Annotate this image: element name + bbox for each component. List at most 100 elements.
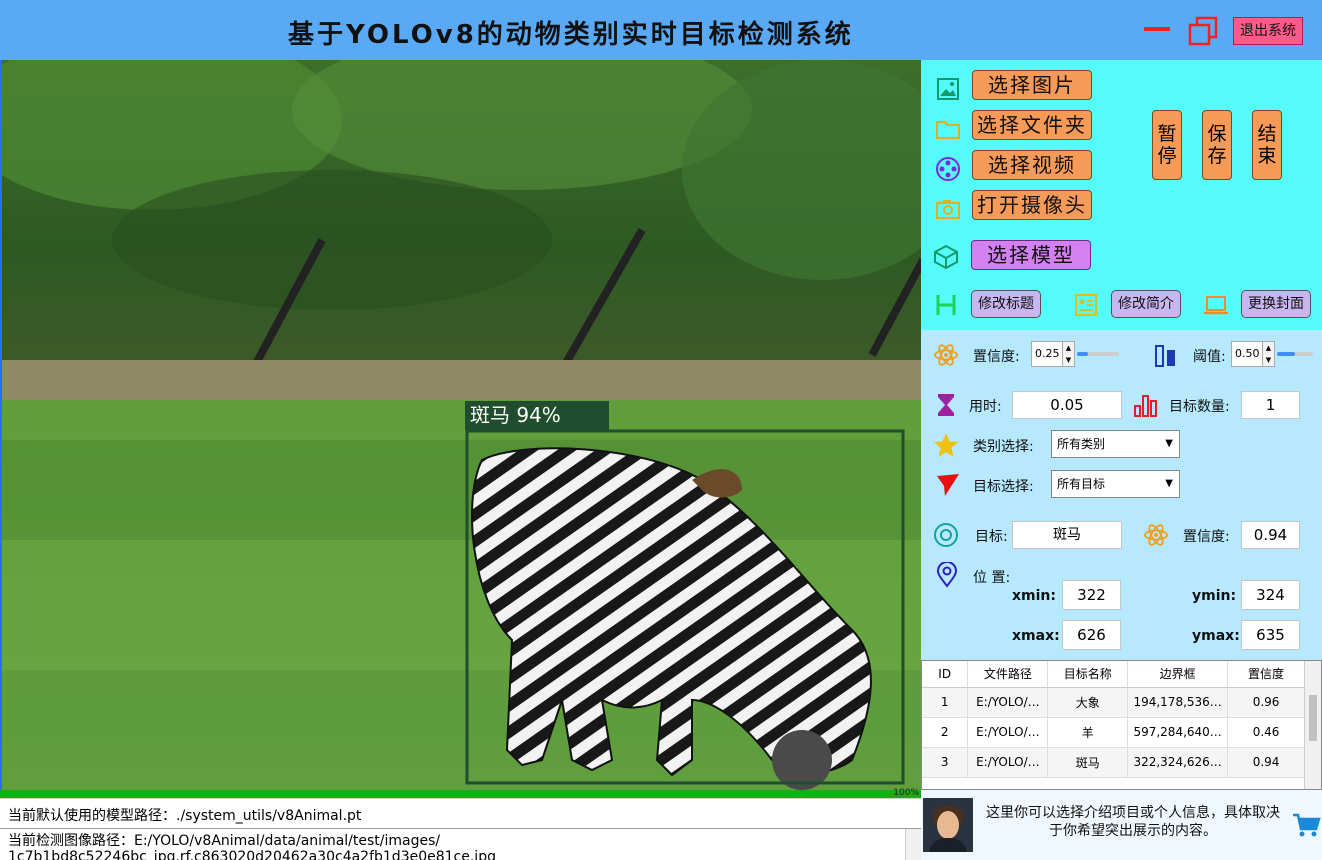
camera-icon xyxy=(936,200,960,219)
table-row[interactable]: 1 E:/YOLO/… 大象 194,178,536… 0.96 xyxy=(922,687,1305,718)
xmin-label: xmin: xyxy=(1012,588,1056,604)
confidence-label: 置信度: xyxy=(973,349,1020,365)
target-select-label: 目标选择: xyxy=(973,479,1034,495)
video-reel-icon xyxy=(936,157,960,181)
xmax-label: xmax: xyxy=(1012,628,1060,644)
detection-label: 斑马 94% xyxy=(470,403,561,427)
table-cell: 194,178,536… xyxy=(1127,687,1229,718)
atom-icon xyxy=(1144,524,1168,546)
table-header[interactable]: 边界框 xyxy=(1127,661,1229,688)
table-cell: 2 xyxy=(922,717,969,748)
progress-text: 100% xyxy=(893,788,919,798)
table-cell: 0.46 xyxy=(1227,717,1305,748)
select-image-button[interactable]: 选择图片 xyxy=(972,70,1092,100)
iou-label: 阈值: xyxy=(1193,349,1226,365)
class-select-dropdown[interactable]: 所有类别 ▼ xyxy=(1051,430,1180,458)
control-panel: 选择图片 选择文件夹 选择视频 打开摄像头 选择模型 暂停 保存 结束 修改标题… xyxy=(921,60,1322,330)
iou-slider[interactable] xyxy=(1277,352,1313,356)
restore-icon[interactable] xyxy=(1188,16,1218,46)
laptop-icon xyxy=(1204,296,1228,315)
cursor-arrow-icon xyxy=(937,474,959,496)
edit-intro-button[interactable]: 修改简介 xyxy=(1111,290,1181,318)
table-header[interactable]: 目标名称 xyxy=(1047,661,1129,688)
table-cell: 597,284,640… xyxy=(1127,717,1229,748)
table-header[interactable]: 文件路径 xyxy=(967,661,1049,688)
table-scrollbar-thumb[interactable] xyxy=(1309,695,1317,741)
minimize-icon[interactable] xyxy=(1144,27,1170,31)
progress-bar: 100% xyxy=(0,788,921,798)
table-header[interactable]: 置信度 xyxy=(1227,661,1305,688)
table-scrollbar[interactable] xyxy=(1304,661,1321,789)
detection-image: 斑马 94% xyxy=(2,60,921,790)
ymin-value: 324 xyxy=(1241,580,1300,610)
ymax-value: 635 xyxy=(1241,620,1300,650)
confidence-spinbox[interactable]: 0.25 ▲ ▼ xyxy=(1031,341,1075,367)
table-cell: 羊 xyxy=(1047,717,1129,748)
intro-panel: 这里你可以选择介绍项目或个人信息，具体取决于你希望突出展示的内容。 xyxy=(921,790,1322,860)
select-video-button[interactable]: 选择视频 xyxy=(972,150,1092,180)
table-header-row: ID 文件路径 目标名称 边界框 置信度 xyxy=(922,661,1305,688)
ymax-label: ymax: xyxy=(1192,628,1240,644)
result-conf-label: 置信度: xyxy=(1183,529,1230,545)
save-button[interactable]: 保存 xyxy=(1202,110,1232,180)
chevron-down-icon: ▼ xyxy=(1165,478,1173,489)
profile-card-icon xyxy=(1075,294,1097,316)
count-value: 1 xyxy=(1241,391,1300,419)
time-label: 用时: xyxy=(969,399,1002,415)
pause-button[interactable]: 暂停 xyxy=(1152,110,1182,180)
table-cell: E:/YOLO/… xyxy=(967,747,1049,778)
count-label: 目标数量: xyxy=(1169,399,1230,415)
iou-slider-fill xyxy=(1277,352,1295,356)
edit-title-button[interactable]: 修改标题 xyxy=(971,290,1041,318)
confidence-slider[interactable] xyxy=(1077,352,1119,356)
iou-spinbox[interactable]: 0.50 ▲ ▼ xyxy=(1231,341,1275,367)
table-cell: 大象 xyxy=(1047,687,1129,718)
table-cell: 0.94 xyxy=(1227,747,1305,778)
iou-value: 0.50 xyxy=(1235,347,1260,360)
table-row[interactable]: 3 E:/YOLO/… 斑马 322,324,626… 0.94 xyxy=(922,747,1305,778)
parameter-panel: 置信度: 0.25 ▲ ▼ 阈值: 0.50 ▲ ▼ 用时: 0.05 目标数量: … xyxy=(921,330,1322,660)
image-icon xyxy=(937,78,959,100)
confidence-value: 0.25 xyxy=(1035,347,1060,360)
model-path-text: 当前默认使用的模型路径：./system_utils/v8Animal.pt xyxy=(0,798,921,828)
select-folder-button[interactable]: 选择文件夹 xyxy=(972,110,1092,140)
results-table-panel: ID 文件路径 目标名称 边界框 置信度 1 E:/YOLO/… 大象 194,… xyxy=(921,660,1322,790)
confidence-spin-arrows[interactable]: ▲ ▼ xyxy=(1062,342,1074,366)
star-icon xyxy=(934,433,958,457)
eye-target-icon xyxy=(934,523,958,547)
bar-level-icon xyxy=(1155,345,1175,367)
table-header[interactable]: ID xyxy=(922,661,969,688)
model-cube-icon xyxy=(934,244,958,270)
image-viewer: 斑马 94% xyxy=(0,60,921,790)
image-path-textbox[interactable]: 当前检测图像路径：E:/YOLO/v8Animal/data/animal/te… xyxy=(0,828,921,860)
xmin-value: 322 xyxy=(1062,580,1121,610)
table-cell: 322,324,626… xyxy=(1127,747,1229,778)
select-model-button[interactable]: 选择模型 xyxy=(971,240,1091,270)
xmax-value: 626 xyxy=(1062,620,1121,650)
result-target-label: 目标: xyxy=(975,529,1008,545)
location-pin-icon xyxy=(936,562,958,588)
intro-text: 这里你可以选择介绍项目或个人信息，具体取决于你希望突出展示的内容。 xyxy=(986,805,1280,839)
open-camera-button[interactable]: 打开摄像头 xyxy=(972,190,1092,220)
change-cover-button[interactable]: 更换封面 xyxy=(1241,290,1311,318)
ymin-label: ymin: xyxy=(1192,588,1237,604)
table-cell: 斑马 xyxy=(1047,747,1129,778)
target-select-dropdown[interactable]: 所有目标 ▼ xyxy=(1051,470,1180,498)
result-target-value: 斑马 xyxy=(1012,521,1122,549)
app-title: 基于YOLOv8的动物类别实时目标检测系统 xyxy=(288,20,854,50)
image-path-line1: 当前检测图像路径：E:/YOLO/v8Animal/data/animal/te… xyxy=(8,833,441,849)
avatar[interactable] xyxy=(923,798,973,852)
stop-button[interactable]: 结束 xyxy=(1252,110,1282,180)
folder-icon xyxy=(936,121,960,139)
position-label: 位 置: xyxy=(973,570,1011,586)
results-table: ID 文件路径 目标名称 边界框 置信度 1 E:/YOLO/… 大象 194,… xyxy=(922,661,1305,778)
exit-button[interactable]: 退出系统 xyxy=(1233,17,1303,45)
chevron-down-icon: ▼ xyxy=(1165,438,1173,449)
shopping-cart-icon[interactable] xyxy=(1291,810,1321,840)
iou-spin-arrows[interactable]: ▲ ▼ xyxy=(1262,342,1274,366)
progress-fill xyxy=(0,790,921,798)
table-cell: 0.96 xyxy=(1227,687,1305,718)
table-row[interactable]: 2 E:/YOLO/… 羊 597,284,640… 0.46 xyxy=(922,717,1305,748)
image-path-scrollbar[interactable] xyxy=(905,829,921,860)
title-bar: 基于YOLOv8的动物类别实时目标检测系统 退出系统 xyxy=(0,0,1322,60)
